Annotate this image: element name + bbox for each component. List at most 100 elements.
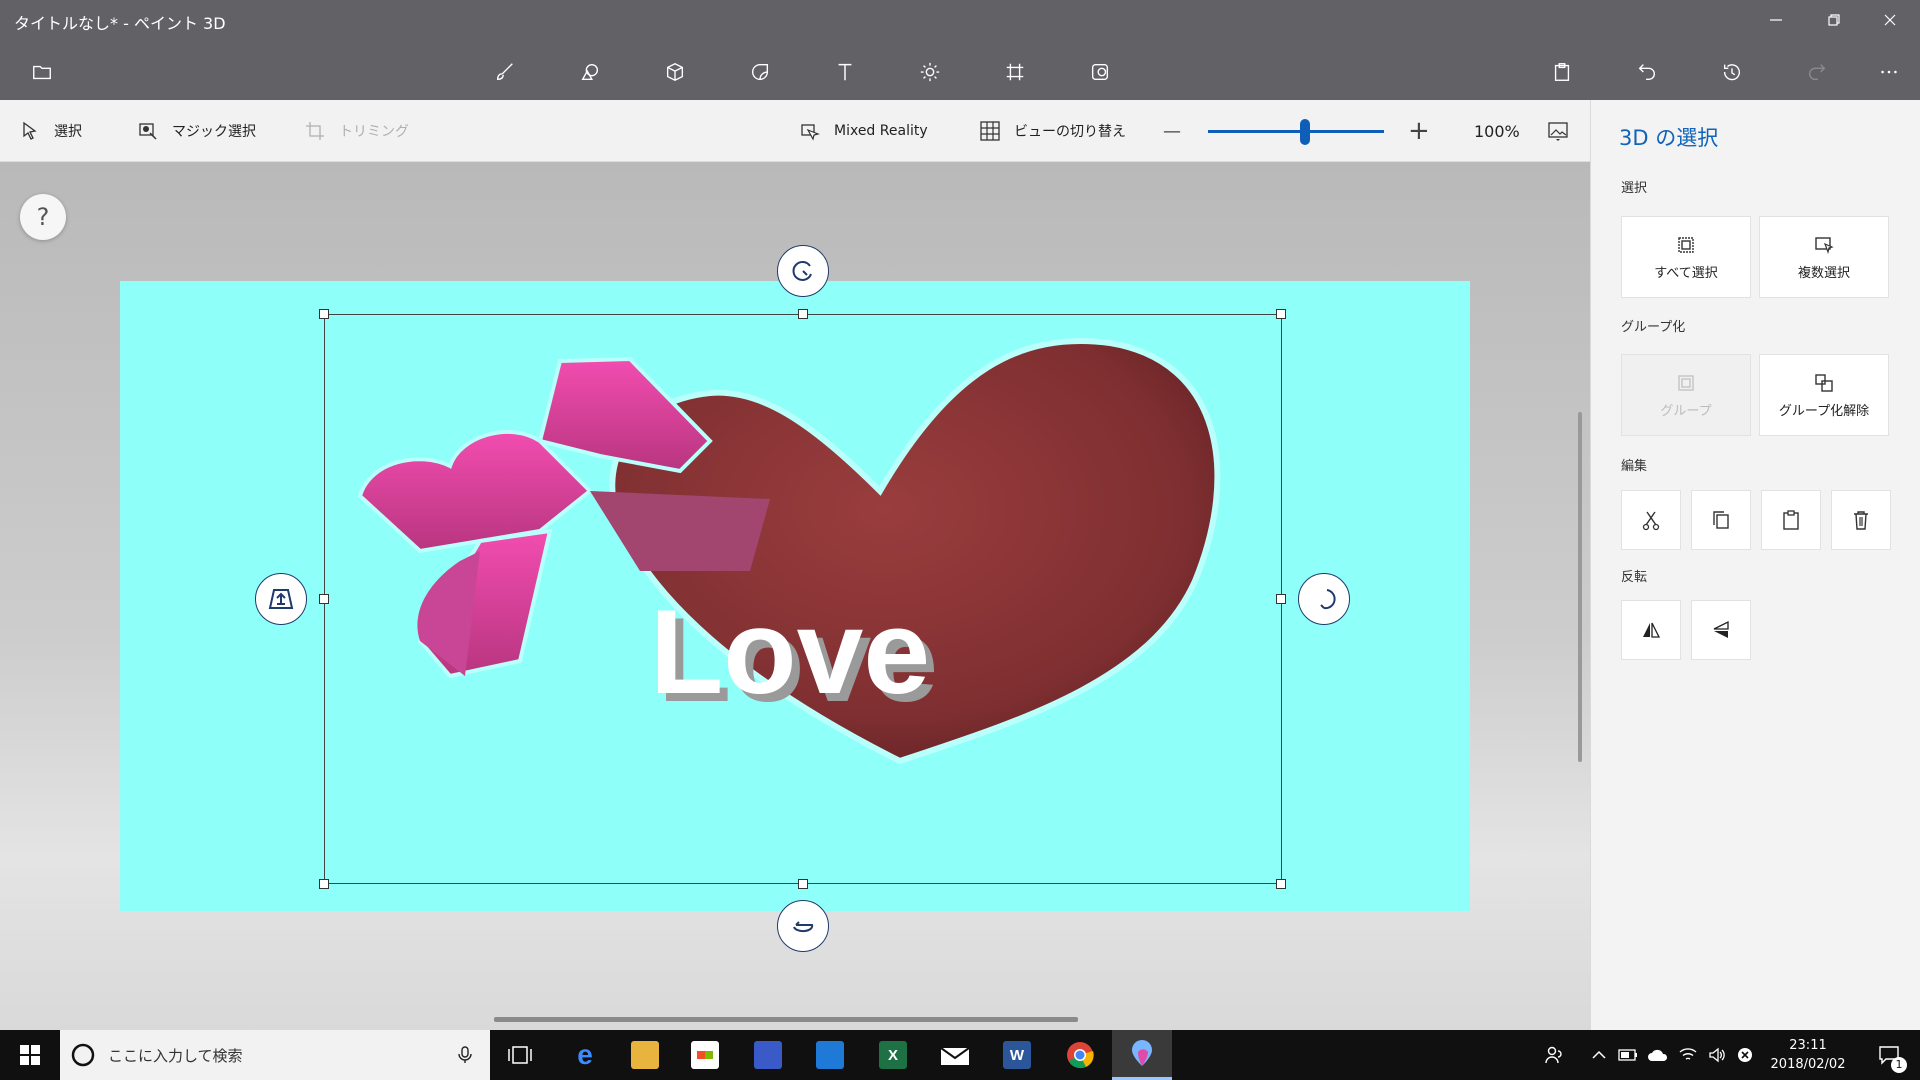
taskbar-chrome[interactable] bbox=[1050, 1030, 1110, 1080]
taskbar-calculator[interactable] bbox=[738, 1030, 798, 1080]
start-button[interactable] bbox=[0, 1030, 60, 1080]
rotate-z-button[interactable] bbox=[777, 245, 829, 297]
resize-handle-left[interactable] bbox=[319, 594, 329, 604]
group-button[interactable]: グループ bbox=[1621, 354, 1751, 436]
taskbar-explorer[interactable] bbox=[615, 1030, 675, 1080]
history-button[interactable] bbox=[1712, 54, 1752, 90]
rotate-x-button[interactable] bbox=[777, 900, 829, 952]
zoom-slider-thumb[interactable] bbox=[1299, 119, 1310, 145]
sticker-icon bbox=[752, 63, 769, 80]
resize-handle-bottom[interactable] bbox=[798, 879, 808, 889]
taskbar-word[interactable]: W bbox=[987, 1030, 1047, 1080]
switch-view-button[interactable]: ビューの切り替え bbox=[980, 100, 1126, 162]
taskbar-search-box[interactable]: ここに入力して検索 bbox=[60, 1030, 490, 1080]
copy-button[interactable] bbox=[1691, 490, 1751, 550]
select-section-title: 選択 bbox=[1621, 181, 1648, 196]
2d-shapes-button[interactable] bbox=[570, 54, 610, 90]
speaker-icon bbox=[1709, 1047, 1725, 1063]
taskbar-clock[interactable]: 23:11 2018/02/02 bbox=[1758, 1036, 1858, 1074]
task-view-icon bbox=[508, 1046, 532, 1064]
taskbar: ここに入力して検索 e X W 23:11 2018/02/02 1 bbox=[0, 1030, 1920, 1080]
side-panel: 3D の選択 選択 すべて選択 複数選択 グループ化 グループ グループ化解除 … bbox=[1590, 100, 1920, 1030]
resize-handle-right[interactable] bbox=[1276, 594, 1286, 604]
close-button[interactable] bbox=[1868, 6, 1912, 34]
delete-button[interactable] bbox=[1831, 490, 1891, 550]
cortana-icon bbox=[71, 1043, 95, 1067]
workspace[interactable]: ? Love Love bbox=[0, 162, 1590, 1030]
taskbar-mail[interactable] bbox=[925, 1030, 985, 1080]
folder-explorer-icon bbox=[631, 1041, 659, 1069]
restore-icon bbox=[1828, 14, 1840, 26]
select-tool-button[interactable]: 選択 bbox=[20, 100, 82, 162]
paste-button[interactable] bbox=[1542, 54, 1582, 90]
selection-box[interactable] bbox=[324, 314, 1282, 884]
resize-handle-bottom-right[interactable] bbox=[1276, 879, 1286, 889]
restore-button[interactable] bbox=[1812, 6, 1856, 34]
text-button[interactable] bbox=[825, 54, 865, 90]
multi-select-button[interactable]: 複数選択 bbox=[1759, 216, 1889, 298]
panel-title: 3D の選択 bbox=[1619, 126, 1719, 150]
crop-icon bbox=[306, 122, 324, 140]
wifi-button[interactable] bbox=[1674, 1030, 1702, 1080]
resize-handle-top-right[interactable] bbox=[1276, 309, 1286, 319]
select-all-icon bbox=[1678, 236, 1694, 253]
group-label: グループ bbox=[1660, 403, 1712, 419]
flip-horizontal-button[interactable] bbox=[1621, 600, 1681, 660]
redo-button[interactable] bbox=[1797, 54, 1837, 90]
vertical-scrollbar[interactable] bbox=[1578, 412, 1582, 762]
taskbar-app-window[interactable] bbox=[800, 1030, 860, 1080]
menu-button[interactable] bbox=[22, 54, 62, 90]
cube-icon bbox=[666, 62, 684, 82]
more-button[interactable] bbox=[1869, 54, 1909, 90]
trash-icon bbox=[1854, 511, 1868, 530]
rotate-y-button[interactable] bbox=[1298, 573, 1350, 625]
ime-off-icon bbox=[1738, 1048, 1752, 1062]
show-hidden-icons-button[interactable] bbox=[1585, 1030, 1613, 1080]
flip-vertical-button[interactable] bbox=[1691, 600, 1751, 660]
mail-icon bbox=[940, 1047, 970, 1065]
canvas-button[interactable] bbox=[995, 54, 1035, 90]
image-view-button[interactable] bbox=[1548, 100, 1568, 162]
ime-off-indicator[interactable] bbox=[1732, 1030, 1758, 1080]
depth-icon bbox=[268, 589, 294, 609]
zoom-out-button[interactable]: — bbox=[1163, 100, 1181, 162]
battery-button[interactable] bbox=[1614, 1030, 1642, 1080]
resize-handle-top[interactable] bbox=[798, 309, 808, 319]
taskbar-edge[interactable]: e bbox=[555, 1030, 615, 1080]
cut-button[interactable] bbox=[1621, 490, 1681, 550]
horizontal-scrollbar[interactable] bbox=[494, 1017, 1078, 1022]
onedrive-button[interactable] bbox=[1643, 1030, 1673, 1080]
people-button[interactable] bbox=[1538, 1030, 1570, 1080]
canvas-icon bbox=[1006, 63, 1024, 81]
art-tools-button[interactable] bbox=[485, 54, 525, 90]
magic-select-icon bbox=[139, 123, 157, 140]
volume-button[interactable] bbox=[1703, 1030, 1731, 1080]
remix3d-button[interactable] bbox=[1080, 54, 1120, 90]
minimize-button[interactable] bbox=[1754, 6, 1798, 34]
paste-panel-button[interactable] bbox=[1761, 490, 1821, 550]
group-icon bbox=[1678, 374, 1694, 391]
resize-handle-top-left[interactable] bbox=[319, 309, 329, 319]
action-center-button[interactable]: 1 bbox=[1866, 1030, 1912, 1080]
task-view-button[interactable] bbox=[490, 1030, 550, 1080]
zoom-in-button[interactable]: + bbox=[1408, 100, 1430, 162]
stickers-button[interactable] bbox=[740, 54, 780, 90]
taskbar-excel[interactable]: X bbox=[863, 1030, 923, 1080]
push-depth-button[interactable] bbox=[255, 573, 307, 625]
microphone-icon[interactable] bbox=[456, 1046, 474, 1064]
resize-handle-bottom-left[interactable] bbox=[319, 879, 329, 889]
ungroup-button[interactable]: グループ化解除 bbox=[1759, 354, 1889, 436]
effects-button[interactable] bbox=[910, 54, 950, 90]
taskbar-store[interactable] bbox=[675, 1030, 735, 1080]
magic-select-button[interactable]: マジック選択 bbox=[138, 100, 256, 162]
zoom-slider-track[interactable] bbox=[1208, 130, 1384, 133]
app-window-icon bbox=[816, 1041, 844, 1069]
3d-shapes-button[interactable] bbox=[655, 54, 695, 90]
mixed-reality-button[interactable]: Mixed Reality bbox=[800, 100, 928, 162]
undo-button[interactable] bbox=[1627, 54, 1667, 90]
taskbar-paint3d[interactable] bbox=[1112, 1030, 1172, 1080]
magic-select-label: マジック選択 bbox=[172, 124, 256, 140]
help-button[interactable]: ? bbox=[20, 194, 66, 240]
select-all-button[interactable]: すべて選択 bbox=[1621, 216, 1751, 298]
crop-button[interactable]: トリミング bbox=[305, 100, 409, 162]
